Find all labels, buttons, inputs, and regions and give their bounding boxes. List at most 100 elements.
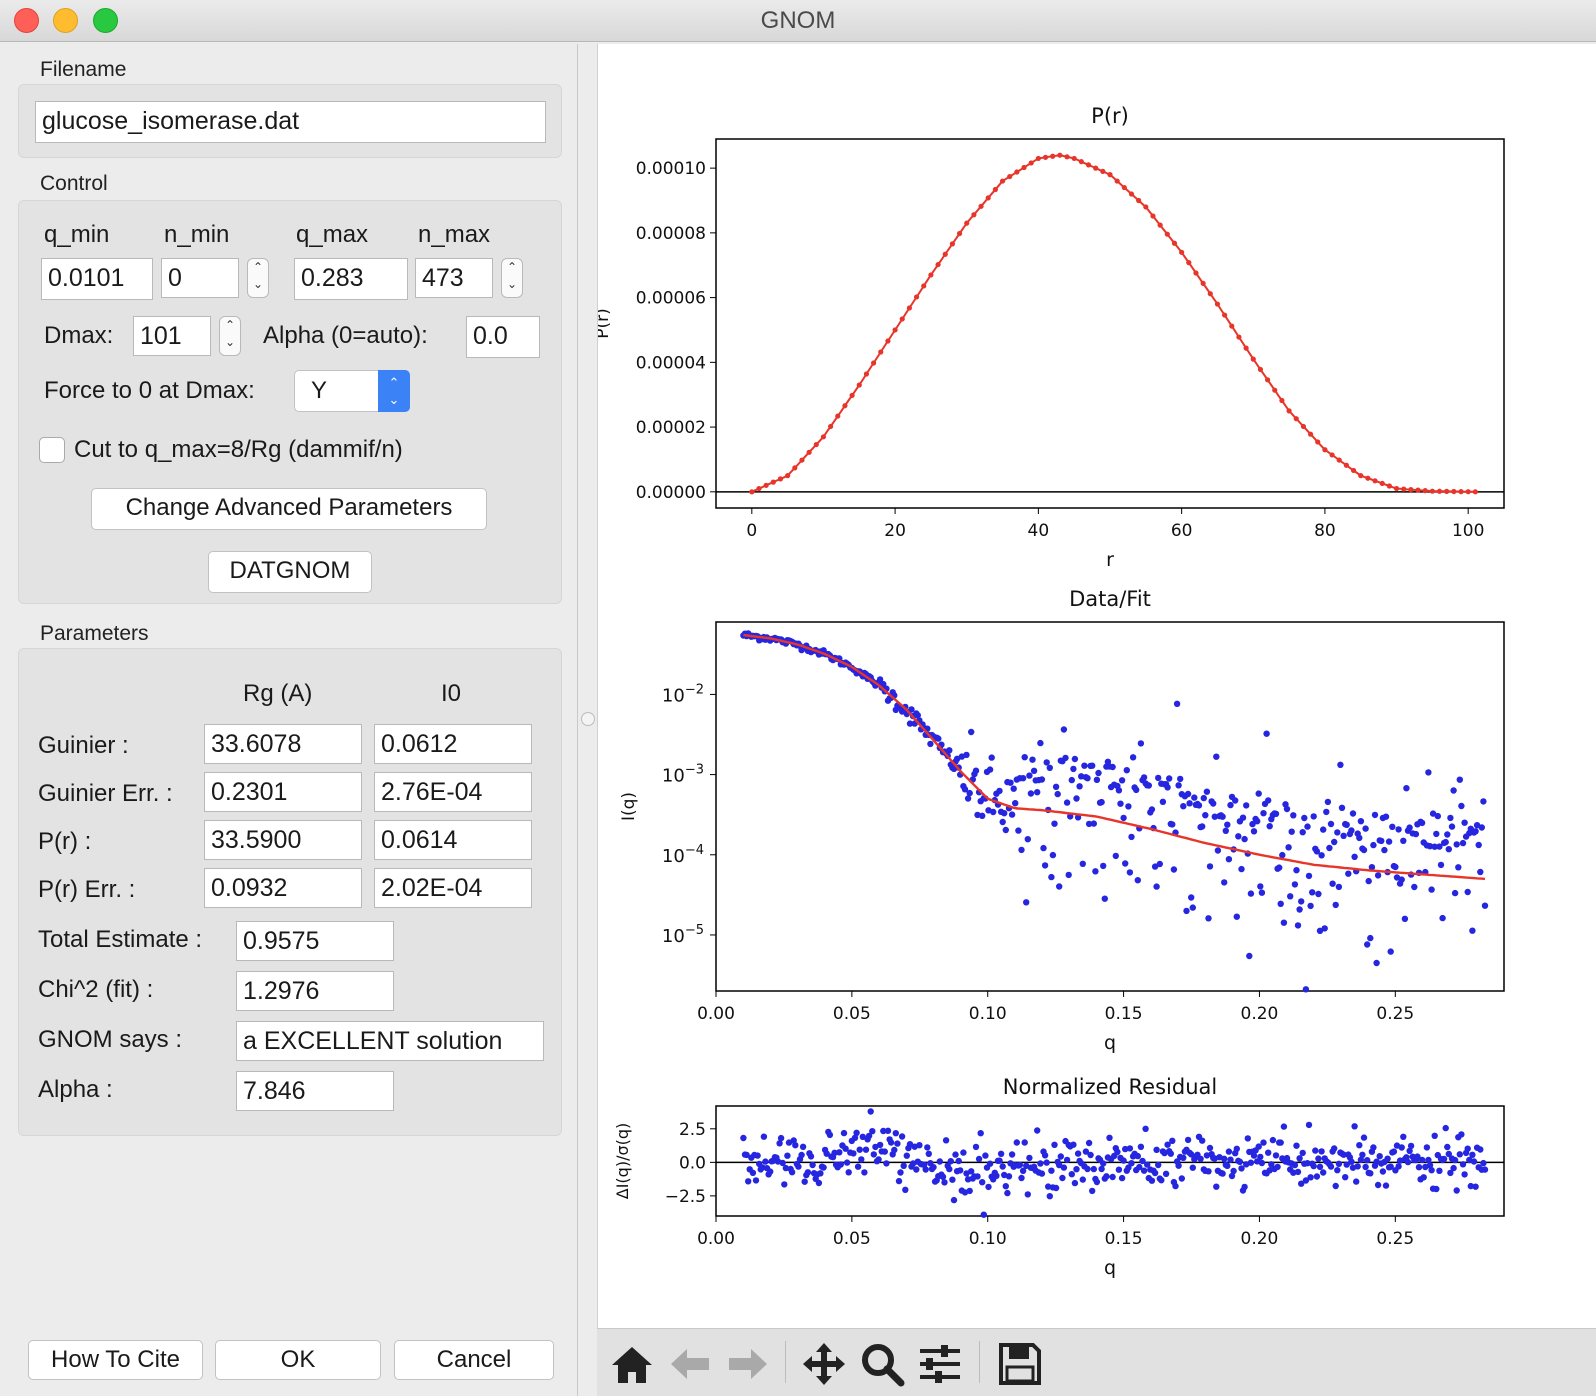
save-floppy-icon[interactable] xyxy=(997,1341,1043,1387)
plot-toolbar xyxy=(597,1328,1596,1396)
n-min-stepper[interactable]: ⌃ ⌄ xyxy=(247,258,269,298)
resid-point xyxy=(1461,1171,1468,1178)
guinier-err-i0-field[interactable]: 2.76E-04 xyxy=(374,772,532,812)
fit-data-point xyxy=(1073,795,1080,802)
fit-data-point xyxy=(1219,813,1226,820)
gnom-says-field[interactable]: a EXCELLENT solution xyxy=(236,1021,544,1061)
resid-point xyxy=(1299,1149,1306,1157)
pr-err-rg-field[interactable]: 0.0932 xyxy=(204,868,362,908)
pr-point xyxy=(1329,452,1335,458)
n-min-field[interactable]: 0 xyxy=(161,258,239,298)
resid-point xyxy=(1227,1156,1234,1163)
total-estimate-field[interactable]: 0.9575 xyxy=(236,921,394,961)
fit-data-point xyxy=(1418,819,1426,827)
fit-data-point xyxy=(1056,883,1063,890)
fit-data-point xyxy=(1272,810,1280,817)
resid-point xyxy=(856,1146,863,1153)
pr-point xyxy=(1265,377,1271,383)
n-max-label: n_max xyxy=(418,221,491,248)
fit-data-point xyxy=(1026,772,1033,779)
guinier-i0-field[interactable]: 0.0612 xyxy=(374,724,532,764)
pr-point xyxy=(1214,301,1221,307)
pr-point xyxy=(1272,387,1278,393)
resid-point xyxy=(1142,1125,1149,1133)
cancel-button[interactable]: Cancel xyxy=(394,1340,554,1380)
resid-point xyxy=(930,1164,937,1171)
pr-point xyxy=(1358,473,1364,479)
resid-point xyxy=(1351,1123,1358,1130)
resid-point xyxy=(867,1108,874,1115)
cut-qmax-checkbox[interactable] xyxy=(39,437,65,463)
dmax-field[interactable]: 101 xyxy=(133,316,211,356)
resid-point xyxy=(1440,1155,1448,1163)
resid-point xyxy=(1038,1170,1046,1177)
fit-data-point xyxy=(1459,839,1467,847)
filename-group-label: Filename xyxy=(40,58,127,81)
resid-point xyxy=(1294,1168,1302,1176)
resid-point xyxy=(1199,1137,1206,1144)
resid-point xyxy=(798,1151,805,1159)
q-min-field[interactable]: 0.0101 xyxy=(41,258,153,300)
fit-data-point xyxy=(1296,906,1303,913)
fit-data-point xyxy=(1324,798,1332,806)
resid-point xyxy=(801,1178,808,1185)
pr-point xyxy=(1250,356,1256,362)
fit-data-point xyxy=(1065,871,1072,879)
n-max-field[interactable]: 473 xyxy=(415,258,493,298)
fit-data-point xyxy=(1243,802,1250,809)
configure-subplots-icon[interactable] xyxy=(917,1341,963,1387)
resid-point xyxy=(950,1196,958,1204)
resid-point xyxy=(1140,1167,1148,1174)
fit-data-point xyxy=(1133,786,1140,794)
pr-point xyxy=(928,272,934,278)
q-max-field[interactable]: 0.283 xyxy=(294,258,408,300)
resid-point xyxy=(1450,1164,1457,1172)
fit-data-point xyxy=(1371,811,1379,819)
guinier-err-rg-field[interactable]: 0.2301 xyxy=(204,772,362,812)
n-max-stepper[interactable]: ⌃ ⌄ xyxy=(501,258,523,298)
resid-point xyxy=(1348,1158,1355,1165)
fit-data-point xyxy=(1015,827,1022,834)
pr-y-tick-label: 0.00004 xyxy=(636,353,706,373)
pr-rg-field[interactable]: 33.5900 xyxy=(204,820,362,860)
pr-point xyxy=(1401,486,1407,492)
resid-point xyxy=(1068,1171,1075,1178)
fit-data-point xyxy=(1348,827,1355,834)
alpha-field[interactable]: 0.0 xyxy=(466,316,540,358)
pr-point xyxy=(1307,431,1314,437)
guinier-rg-field[interactable]: 33.6078 xyxy=(204,724,362,764)
resid-point xyxy=(1158,1177,1165,1184)
pr-i0-field[interactable]: 0.0614 xyxy=(374,820,532,860)
resid-point xyxy=(1305,1121,1313,1129)
pr-err-i0-field[interactable]: 2.02E-04 xyxy=(374,868,532,908)
home-icon[interactable] xyxy=(609,1341,655,1387)
resid-point xyxy=(1016,1161,1024,1169)
pr-point xyxy=(813,441,819,448)
filename-field[interactable]: glucose_isomerase.dat xyxy=(35,101,546,143)
resid-point xyxy=(1100,1160,1107,1167)
force-zero-select[interactable]: Y ⌃ ⌄ xyxy=(294,370,410,412)
zoom-magnifier-icon[interactable] xyxy=(859,1341,905,1387)
forward-arrow-icon[interactable] xyxy=(725,1341,771,1387)
back-arrow-icon[interactable] xyxy=(667,1341,713,1387)
chi2-field[interactable]: 1.2976 xyxy=(236,971,394,1011)
change-advanced-parameters-button[interactable]: Change Advanced Parameters xyxy=(91,488,487,530)
splitter-handle[interactable] xyxy=(581,712,595,726)
dmax-stepper[interactable]: ⌃ ⌄ xyxy=(219,316,241,356)
pan-move-icon[interactable] xyxy=(801,1341,847,1387)
datgnom-button[interactable]: DATGNOM xyxy=(208,551,372,593)
pr-axes-frame xyxy=(715,138,1505,509)
resid-point xyxy=(1362,1163,1369,1171)
resid-point xyxy=(924,1144,931,1151)
pr-point xyxy=(1078,159,1084,165)
resid-point xyxy=(1071,1179,1079,1187)
fit-data-point xyxy=(1120,814,1127,822)
fit-data-point xyxy=(1364,941,1371,948)
fit-data-point xyxy=(1041,862,1049,869)
alpha-result-field[interactable]: 7.846 xyxy=(236,1071,394,1111)
ok-button[interactable]: OK xyxy=(215,1340,381,1380)
resid-point xyxy=(1280,1123,1288,1130)
how-to-cite-button[interactable]: How To Cite xyxy=(28,1340,203,1380)
fit-data-point xyxy=(1137,740,1145,747)
resid-point xyxy=(1073,1166,1080,1173)
